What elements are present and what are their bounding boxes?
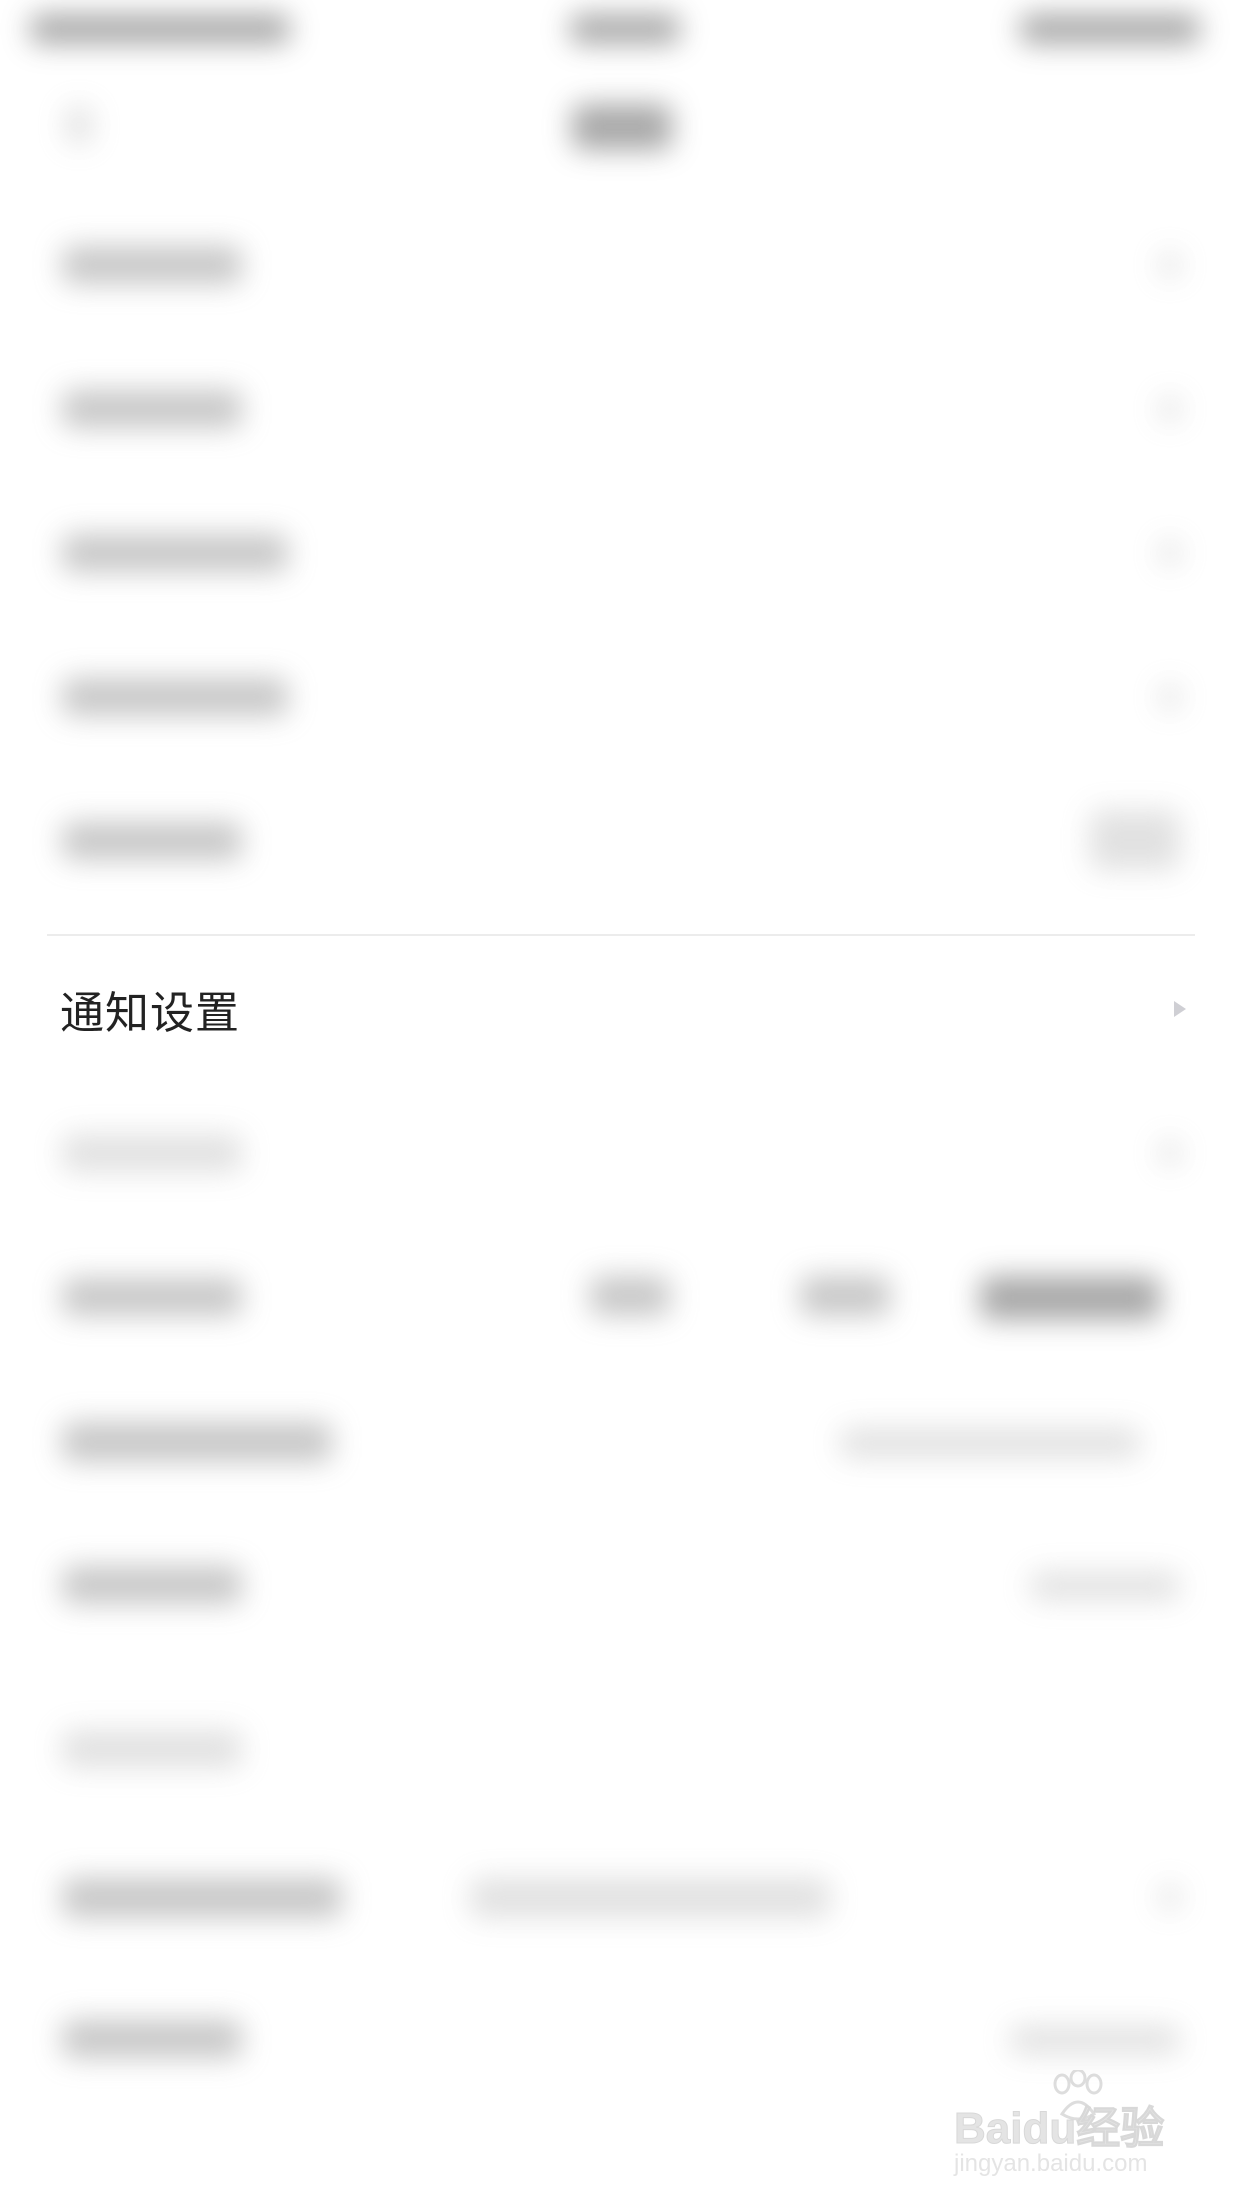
settings-row-7[interactable] (62, 1278, 242, 1316)
section-divider (47, 934, 1195, 936)
settings-row-12-value (1010, 2026, 1180, 2054)
watermark-url: jingyan.baidu.com (954, 2150, 1148, 2177)
settings-row-5[interactable] (62, 822, 242, 860)
settings-row-11-value (470, 1878, 830, 1918)
settings-row-12[interactable] (62, 2020, 242, 2058)
notification-settings-row[interactable]: 通知设置 (0, 950, 1242, 1068)
status-bar-battery (1020, 14, 1200, 44)
settings-row-6[interactable] (62, 1134, 242, 1172)
baidu-jingyan-watermark: Baidu经验 jingyan.baidu.com (948, 2070, 1198, 2182)
settings-row-11[interactable] (62, 1878, 342, 1918)
notification-settings-label: 通知设置 (60, 988, 240, 1039)
settings-row-7-option-c[interactable] (980, 1276, 1160, 1320)
settings-row-5-toggle[interactable] (1090, 810, 1180, 870)
settings-row-3[interactable] (62, 534, 288, 572)
settings-row-7-option-a[interactable] (590, 1276, 670, 1316)
settings-row-8[interactable] (62, 1422, 332, 1462)
settings-screen: 通知设置 Baidu经验 jingyan.baidu.com (0, 0, 1242, 2208)
settings-row-7-option-b[interactable] (800, 1276, 890, 1316)
settings-row-2-chevron (1160, 396, 1180, 422)
settings-row-9[interactable] (62, 1566, 242, 1604)
settings-row-3-chevron (1160, 540, 1180, 566)
settings-row-9-value (1030, 1572, 1180, 1600)
settings-row-4[interactable] (62, 678, 288, 716)
settings-row-8-value (840, 1428, 1140, 1458)
settings-row-11-chevron (1160, 1884, 1180, 1910)
settings-row-1[interactable] (62, 246, 242, 284)
settings-row-4-chevron (1160, 684, 1180, 710)
status-bar-carrier (30, 14, 290, 44)
page-title (572, 104, 672, 150)
settings-row-1-chevron (1160, 252, 1180, 278)
watermark-brand: Baidu经验 (953, 2104, 1165, 2154)
settings-row-6-chevron (1160, 1140, 1180, 1166)
settings-row-10[interactable] (62, 1730, 242, 1768)
chevron-right-icon (1170, 999, 1190, 1019)
settings-row-2[interactable] (62, 390, 242, 428)
back-button[interactable] (66, 106, 92, 144)
status-bar-time (570, 14, 680, 44)
